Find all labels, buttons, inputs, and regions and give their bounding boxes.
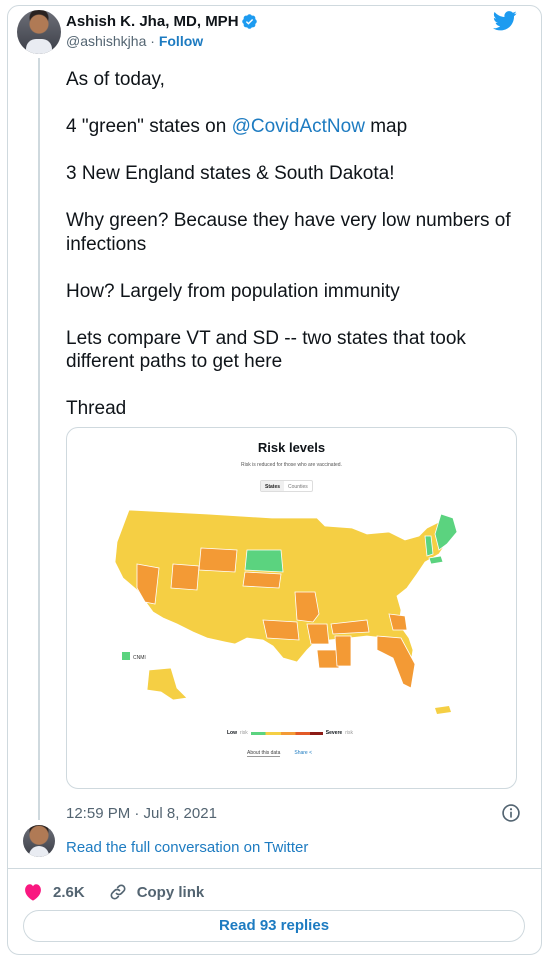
- tweet-media-image[interactable]: Risk levels Risk is reduced for those wh…: [66, 427, 517, 789]
- read-conversation-link[interactable]: Read the full conversation on Twitter: [66, 839, 308, 856]
- info-icon[interactable]: [501, 803, 521, 823]
- map-state-green: [244, 549, 284, 573]
- tweet-text: As of today, 4 "green" states on @CovidA…: [66, 68, 521, 444]
- map-state-green: [434, 513, 458, 551]
- like-count[interactable]: 2.6K: [53, 884, 85, 901]
- tweet-line: How? Largely from population immunity: [66, 280, 400, 302]
- map-legend: Low risk Severe risk: [227, 730, 353, 736]
- tweet-timestamp[interactable]: 12:59 PM · Jul 8, 2021: [66, 805, 217, 822]
- share-label: Share: [294, 750, 308, 756]
- map-toggle: States Counties: [260, 480, 313, 492]
- map-title: Risk levels: [257, 440, 326, 455]
- tweet-line: Thread: [66, 398, 127, 419]
- map-state-orange: [316, 649, 340, 669]
- toggle-states: States: [261, 481, 285, 491]
- map-links: About this data Share <: [247, 750, 312, 757]
- map-state-orange: [306, 623, 330, 645]
- mention-link[interactable]: @CovidActNow: [232, 116, 365, 137]
- map-hawaii: [435, 706, 451, 714]
- twitter-bird-icon[interactable]: [493, 11, 517, 31]
- share-link: Share <: [294, 750, 313, 756]
- tweet-text-segment: map: [364, 116, 408, 137]
- map-territory-marker: [122, 652, 130, 660]
- us-risk-map: CNMI: [114, 509, 458, 714]
- legend-severe: Severe: [325, 730, 343, 736]
- author-name[interactable]: Ashish K. Jha, MD, MPH: [66, 13, 239, 30]
- legend-gradient: [250, 731, 323, 735]
- map-subtitle: Risk is reduced for those who are vaccin…: [241, 462, 342, 468]
- tweet-actions: 2.6K Copy link: [23, 881, 204, 903]
- author-handle-row: @ashishkjha · Follow: [66, 33, 203, 49]
- map-territory-label: CNMI: [133, 655, 146, 661]
- tweet-line: Lets compare VT and SD -- two states tha…: [66, 327, 466, 373]
- map-state-orange: [262, 619, 300, 641]
- map-state-orange: [198, 547, 238, 573]
- tweet-line: Why green? Because they have very low nu…: [66, 210, 511, 255]
- about-data-link: About this data: [247, 750, 281, 757]
- tweet-line: As of today,: [66, 69, 165, 90]
- author-avatar[interactable]: [17, 10, 61, 54]
- tweet-line: 3 New England states & South Dakota!: [66, 163, 395, 184]
- map-state-orange: [334, 635, 352, 667]
- map-state-orange: [136, 563, 160, 605]
- conversation-avatar[interactable]: [23, 825, 55, 857]
- divider: [8, 868, 541, 869]
- map-state-orange: [170, 563, 200, 591]
- tweet-line: 4 "green" states on @CovidActNow map: [66, 115, 521, 139]
- tweet-text-segment: 4 "green" states on: [66, 116, 232, 137]
- map-state-orange: [242, 571, 282, 589]
- toggle-counties: Counties: [288, 484, 308, 490]
- read-replies-button[interactable]: Read 93 replies: [23, 910, 525, 942]
- legend-low: Low: [227, 730, 237, 736]
- separator-dot: ·: [150, 33, 155, 49]
- legend-low-suffix: risk: [240, 730, 248, 736]
- follow-link[interactable]: Follow: [159, 33, 203, 49]
- legend-severe-suffix: risk: [345, 730, 353, 736]
- heart-icon[interactable]: [23, 883, 43, 901]
- map-alaska: [146, 667, 188, 701]
- author-handle[interactable]: @ashishkjha: [66, 33, 146, 49]
- link-icon[interactable]: [109, 883, 127, 901]
- map-state-orange: [294, 591, 320, 623]
- verified-badge-icon: [242, 14, 257, 29]
- copy-link-button[interactable]: Copy link: [137, 884, 205, 901]
- thread-line: [38, 58, 40, 820]
